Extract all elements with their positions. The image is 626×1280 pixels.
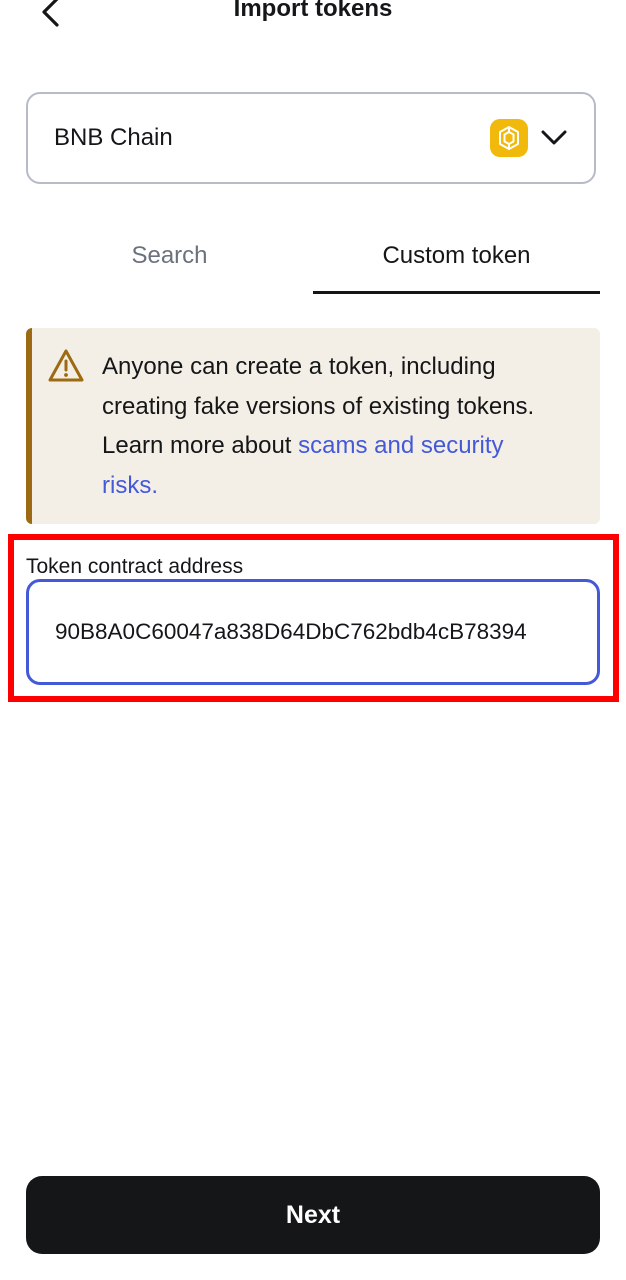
- bnb-logo-icon: [490, 119, 528, 157]
- network-name: BNB Chain: [54, 124, 173, 151]
- tab-bar: Search Custom token: [26, 218, 600, 294]
- tab-search[interactable]: Search: [26, 218, 313, 294]
- warning-message: Anyone can create a token, including cre…: [102, 347, 560, 524]
- page-title: Import tokens: [233, 0, 393, 22]
- token-contract-address-input[interactable]: [26, 579, 600, 685]
- network-selector[interactable]: BNB Chain: [26, 92, 596, 184]
- import-tokens-screen: Import tokens BNB Chain Search Custom to…: [0, 0, 626, 1280]
- tab-custom-token[interactable]: Custom token: [313, 218, 600, 294]
- warning-triangle-icon: [48, 349, 84, 382]
- address-field-label: Token contract address: [26, 555, 244, 578]
- next-button[interactable]: Next: [26, 1176, 600, 1254]
- warning-banner: Anyone can create a token, including cre…: [26, 328, 600, 524]
- chevron-down-icon: [540, 129, 568, 147]
